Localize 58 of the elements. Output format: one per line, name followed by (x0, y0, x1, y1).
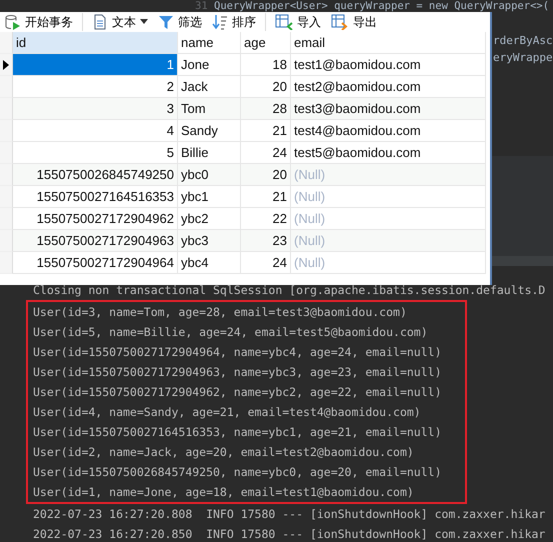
tab-strip (492, 256, 553, 266)
log-line: User(id=1550750026845749250, name=ybc0, age=20, email=null) (33, 464, 442, 481)
code-line: eryWrappe (493, 51, 553, 64)
log-line: User(id=4, name=Sandy, age=21, email=test4@baomidou.com) (33, 404, 422, 421)
table-cell[interactable]: ybc4 (178, 252, 241, 274)
toolbar-button[interactable]: 文本 (87, 12, 153, 32)
table-cell[interactable]: 21 (241, 186, 291, 208)
toolbar-button[interactable]: 筛选 (153, 12, 207, 32)
code-line: rderByAsc (493, 34, 553, 47)
column-header[interactable]: name (178, 32, 241, 54)
code-line: QueryWrapper<User> queryWrapper = new QueryWrapper<>( (214, 0, 550, 12)
log-line: 2022-07-23 16:27:20.850 INFO 17580 --- [ionShutdownHook] com.zaxxer.hikar (33, 526, 546, 542)
table-cell[interactable]: 3 (13, 98, 178, 120)
column-header[interactable]: id (13, 32, 178, 54)
log-line: User(id=3, name=Tom, age=28, email=test3@baomidou.com) (33, 304, 408, 321)
table-cell[interactable]: test3@baomidou.com (291, 98, 486, 120)
filter-icon (158, 14, 174, 30)
log-line: User(id=1550750027172904964, name=ybc4, age=24, email=null) (33, 344, 442, 361)
row-header[interactable] (0, 54, 13, 76)
current-row-icon (3, 60, 9, 70)
table-cell[interactable]: 23 (241, 230, 291, 252)
toolbar-button[interactable]: 导出 (326, 12, 382, 32)
table-cell[interactable]: 24 (241, 252, 291, 274)
database-play-icon (5, 14, 21, 30)
log-line: 2022-07-23 16:27:20.808 INFO 17580 --- [ionShutdownHook] com.zaxxer.hikar (33, 506, 546, 523)
table-cell[interactable]: 1 (13, 54, 178, 76)
log-line: User(id=1550750027164516353, name=ybc1, age=21, email=null) (33, 424, 442, 441)
table-cell[interactable]: 1550750027172904963 (13, 230, 178, 252)
table-cell[interactable]: ybc3 (178, 230, 241, 252)
table-cell[interactable]: Jone (178, 54, 241, 76)
table-cell[interactable]: ybc1 (178, 186, 241, 208)
log-line: Closing non transactional SqlSession [org.apache.ibatis.session.defaults.D (33, 282, 546, 299)
table-cell[interactable]: 20 (241, 164, 291, 186)
log-line: User(id=1, name=Jone, age=18, email=test1@baomidou.com) (33, 484, 415, 501)
table-cell[interactable]: 4 (13, 120, 178, 142)
sort-icon (212, 14, 228, 30)
line-number: 31 (195, 0, 209, 12)
caret-icon (140, 19, 148, 25)
column-header[interactable]: email (291, 32, 486, 54)
table-cell[interactable]: ybc0 (178, 164, 241, 186)
table-cell[interactable]: 1550750026845749250 (13, 164, 178, 186)
table-cell[interactable]: 1550750027172904964 (13, 252, 178, 274)
toolbar-button[interactable]: 导入 (270, 12, 326, 32)
table-cell[interactable]: test1@baomidou.com (291, 54, 486, 76)
table-cell[interactable]: 1550750027164516353 (13, 186, 178, 208)
table-cell[interactable]: test4@baomidou.com (291, 120, 486, 142)
table-cell[interactable]: 18 (241, 54, 291, 76)
toolbar-button[interactable]: 排序 (207, 12, 261, 32)
log-line: User(id=5, name=Billie, age=24, email=test5@baomidou.com) (33, 324, 429, 341)
log-line: User(id=1550750027172904962, name=ybc2, age=22, email=null) (33, 384, 442, 401)
toolbar-button[interactable]: 开始事务 (0, 12, 78, 32)
table-cell[interactable]: Tom (178, 98, 241, 120)
table-cell[interactable]: 21 (241, 120, 291, 142)
column-header[interactable]: age (241, 32, 291, 54)
table-cell[interactable]: Sandy (178, 120, 241, 142)
log-line: User(id=2, name=Jack, age=20, email=test2@baomidou.com) (33, 444, 415, 461)
table-cell[interactable]: 28 (241, 98, 291, 120)
log-line: User(id=1550750027172904963, name=ybc3, age=23, email=null) (33, 364, 442, 381)
